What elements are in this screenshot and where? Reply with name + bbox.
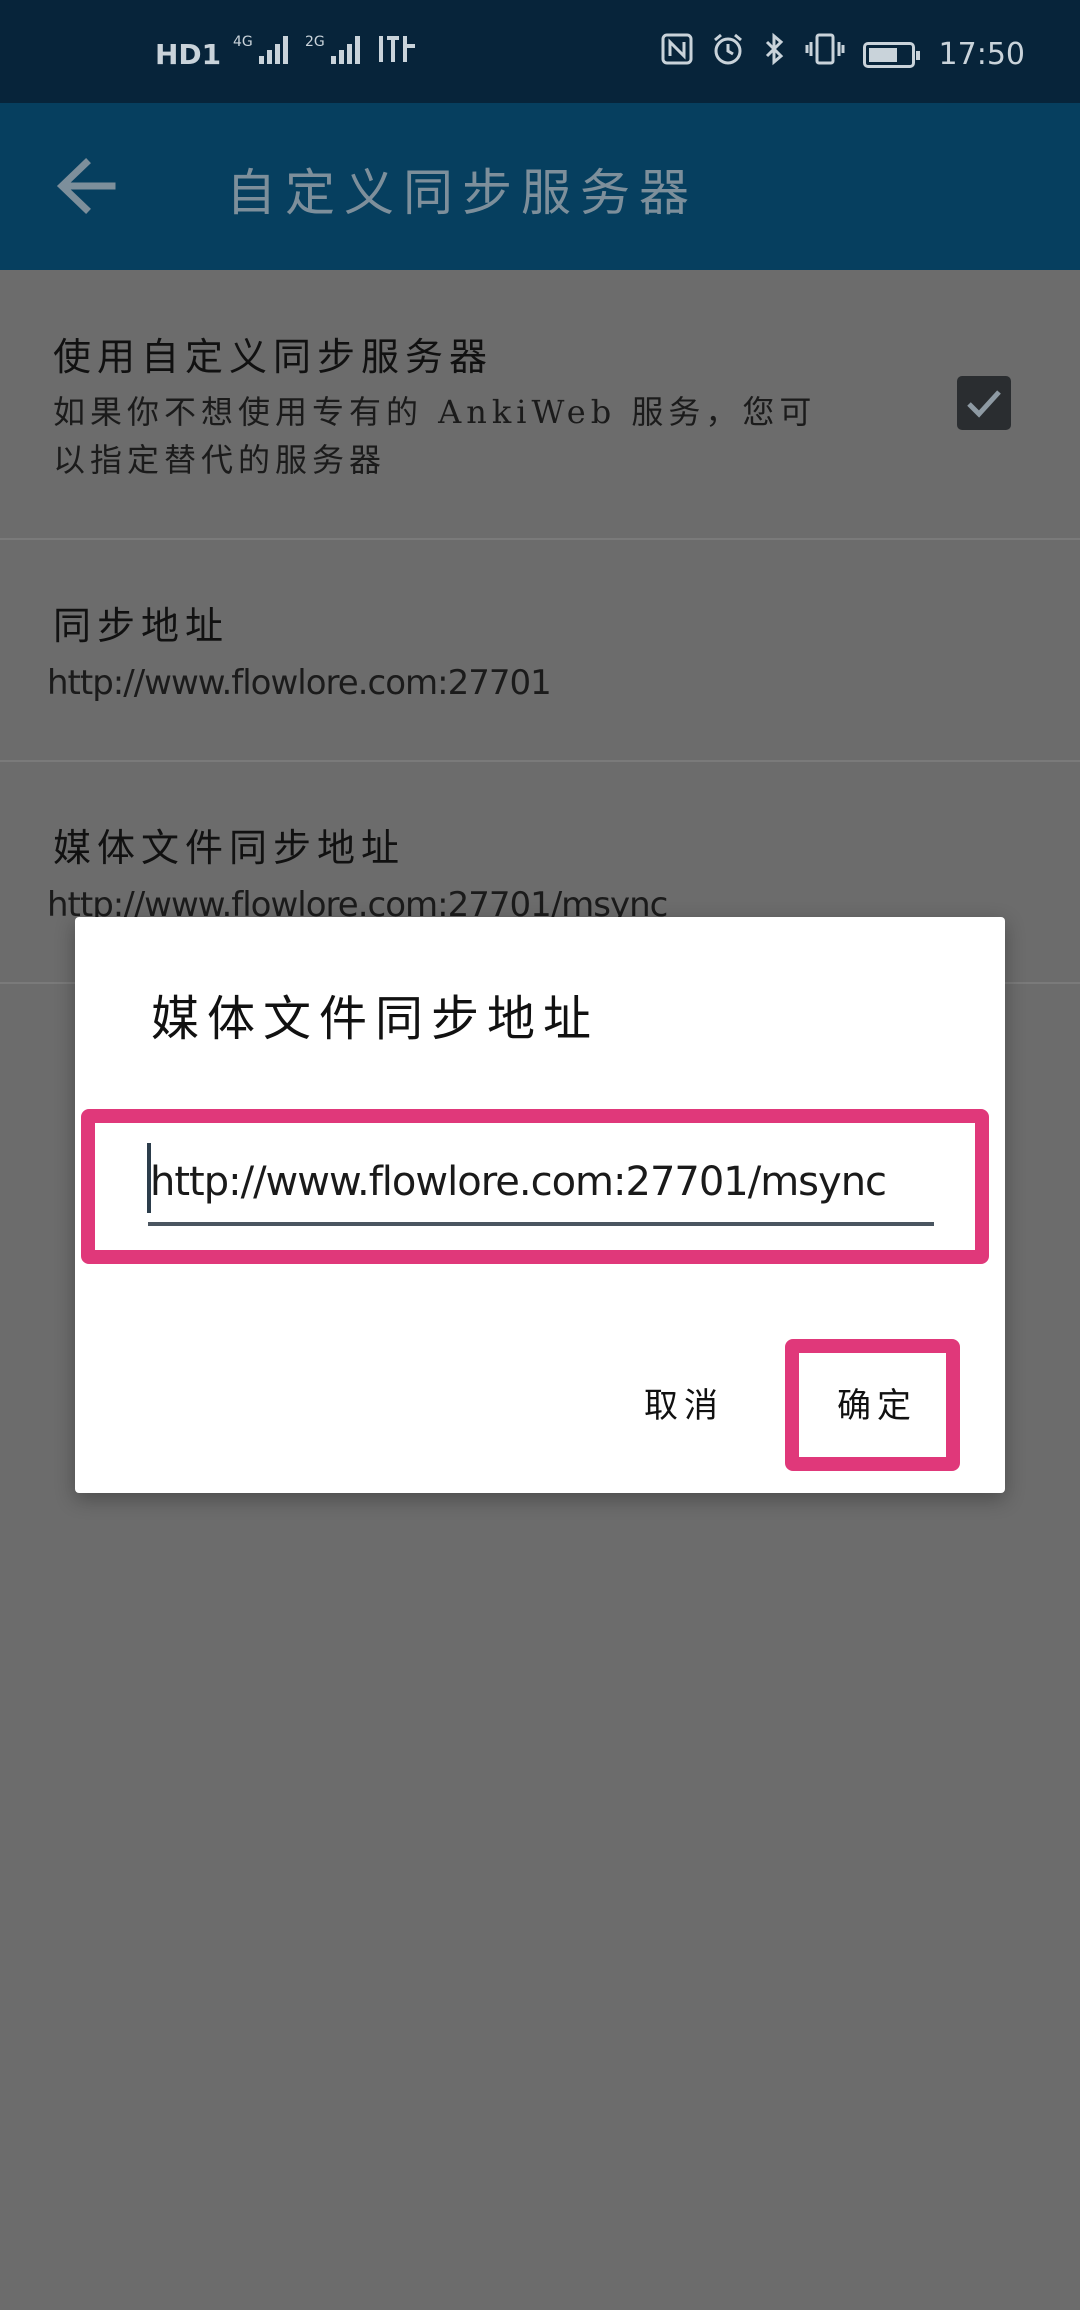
2g-signal-icon: 2G xyxy=(305,32,365,77)
back-arrow-icon[interactable] xyxy=(54,151,118,221)
checkmark-icon xyxy=(967,390,1001,418)
pref-summary: 如果你不想使用专有的 AnkiWeb 服务，您可 以指定替代的服务器 xyxy=(53,388,883,484)
ok-button[interactable]: 确定 xyxy=(831,1377,923,1428)
media-sync-url-input[interactable] xyxy=(148,1142,934,1226)
svg-text:4G: 4G xyxy=(233,34,253,50)
status-right-icons: 17:50 xyxy=(661,32,1025,77)
alarm-icon xyxy=(711,32,745,77)
pref-title: 媒体文件同步地址 xyxy=(53,826,406,870)
pref-summary-line1: 如果你不想使用专有的 AnkiWeb 服务，您可 xyxy=(53,393,817,431)
pref-use-custom-server[interactable]: 使用自定义同步服务器 如果你不想使用专有的 AnkiWeb 服务，您可 以指定替… xyxy=(0,270,1080,540)
4g-signal-icon: 4G xyxy=(233,32,293,77)
hd-icon: HD1 xyxy=(155,37,222,71)
status-bar: HD1 4G 2G 17:50 xyxy=(0,0,1080,103)
pref-title: 使用自定义同步服务器 xyxy=(53,335,494,379)
battery-icon xyxy=(862,41,920,68)
app-toolbar: 自定义同步服务器 xyxy=(0,103,1080,270)
use-custom-server-checkbox[interactable] xyxy=(957,376,1011,430)
nfc-icon xyxy=(661,32,693,77)
status-time: 17:50 xyxy=(938,37,1025,72)
pref-summary-line2: 以指定替代的服务器 xyxy=(53,441,387,479)
pref-sync-url[interactable]: 同步地址 http://www.flowlore.com:27701 xyxy=(0,540,1080,762)
media-sync-url-dialog: 媒体文件同步地址 取消 确定 xyxy=(75,917,1005,1493)
dialog-title: 媒体文件同步地址 xyxy=(151,991,600,1047)
page-title: 自定义同步服务器 xyxy=(226,164,698,222)
svg-text:2G: 2G xyxy=(305,34,325,50)
hearing-app-icon xyxy=(377,32,417,77)
vibrate-icon xyxy=(805,32,845,77)
cancel-button[interactable]: 取消 xyxy=(638,1377,730,1428)
pref-title: 同步地址 xyxy=(53,604,230,648)
status-left-icons: HD1 4G 2G xyxy=(155,32,417,77)
text-caret xyxy=(147,1143,151,1213)
pref-value: http://www.flowlore.com:27701 xyxy=(47,663,552,703)
bluetooth-icon xyxy=(763,32,787,77)
